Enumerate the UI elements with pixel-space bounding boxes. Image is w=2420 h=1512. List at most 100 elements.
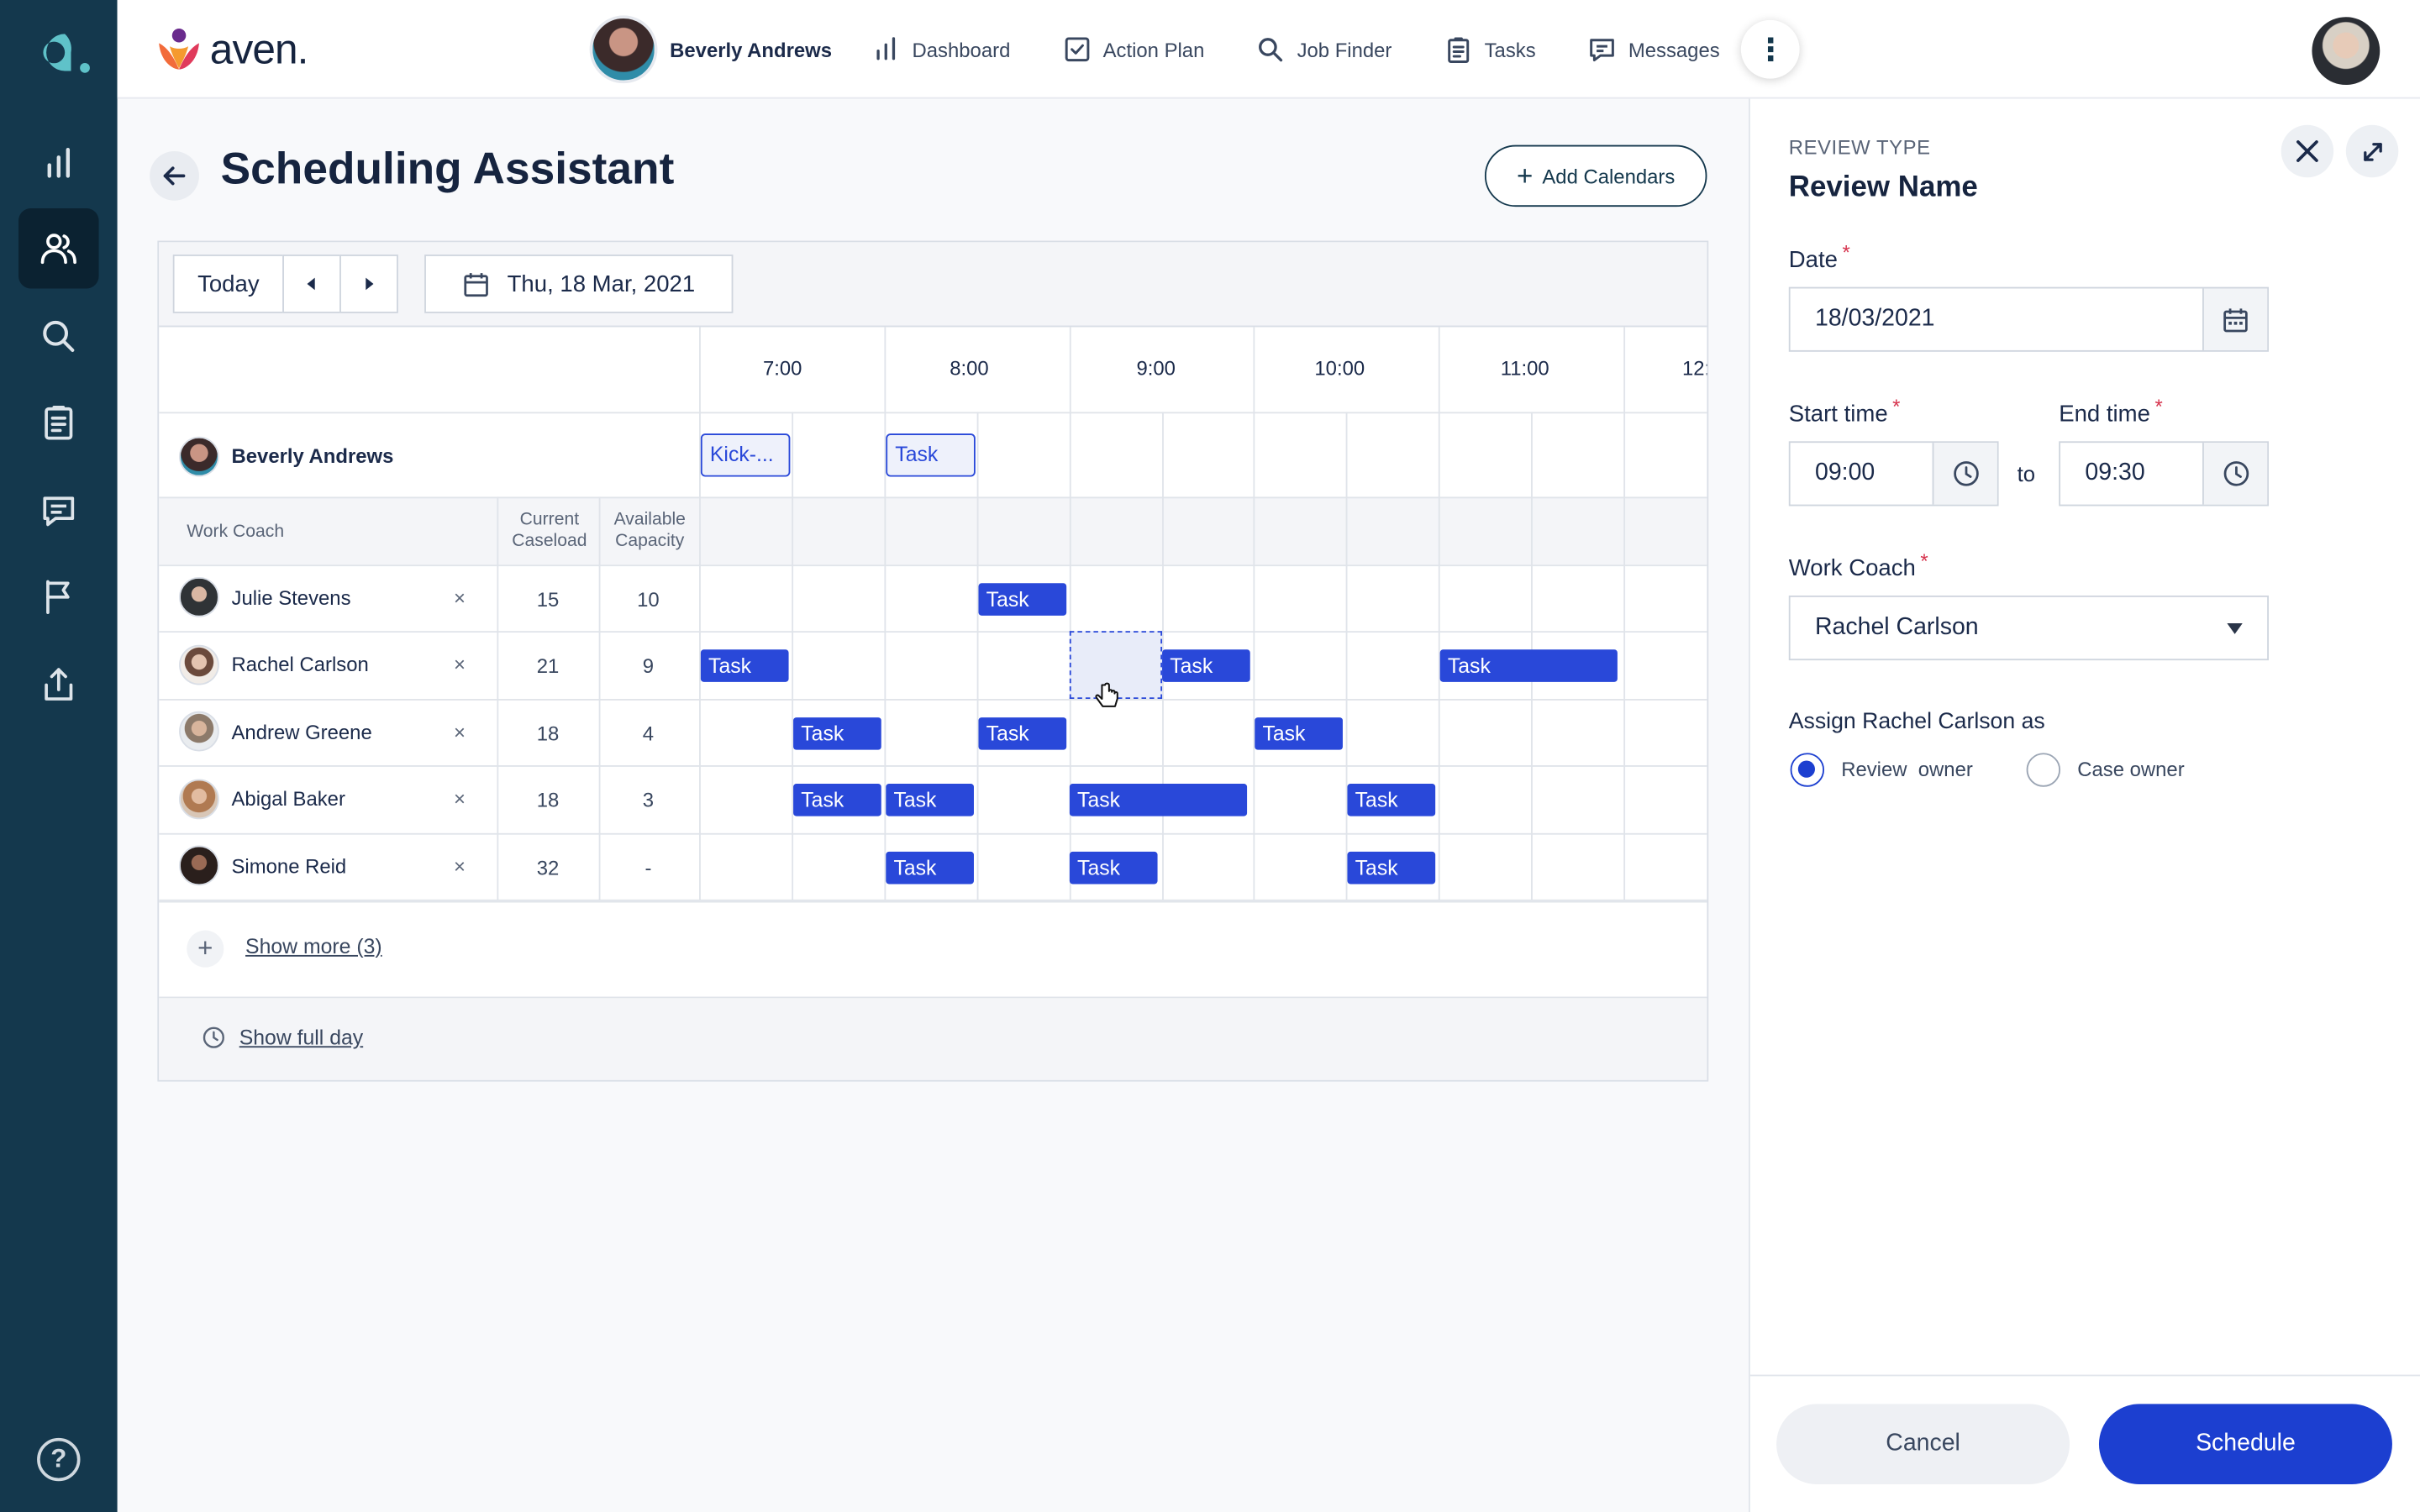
nav-label: Action Plan (1102, 38, 1205, 61)
case-owner-label[interactable]: Case owner (2077, 758, 2184, 781)
client-nav: Beverly Andrews Dashboard Action Plan Jo… (589, 15, 1801, 84)
coach-capacity: - (644, 856, 652, 879)
nav-dashboard[interactable]: Dashboard (872, 35, 1011, 63)
task-block[interactable]: Task (700, 649, 789, 682)
coach-name: Andrew Greene (231, 720, 372, 744)
coach-capacity: 3 (642, 788, 655, 812)
task-block[interactable]: Task (1255, 717, 1343, 750)
upload-rail-item[interactable] (18, 645, 99, 726)
search-icon (1259, 38, 1283, 62)
remove-coach-icon[interactable]: × (454, 721, 466, 744)
grid-line (699, 327, 701, 901)
coach-name: Rachel Carlson (231, 652, 369, 676)
coach-avatar (179, 711, 219, 752)
user-avatar[interactable] (2312, 17, 2381, 86)
task-block[interactable]: Task (886, 784, 974, 816)
client-task[interactable]: Task (886, 433, 976, 477)
tasks-rail-item[interactable] (18, 383, 99, 464)
scheduler: Today Thu, 18 Mar, 2021 7:00 8:00 9:00 1… (157, 240, 1709, 1082)
show-more-link[interactable]: Show more (3) (245, 935, 382, 958)
help-icon[interactable]: ? (37, 1437, 81, 1482)
calendar-icon (463, 272, 488, 297)
work-coach-select[interactable]: Rachel Carlson (1788, 595, 2270, 661)
search-rail-item[interactable] (18, 297, 99, 377)
messages-rail-item[interactable] (18, 470, 99, 551)
review-owner-radio[interactable] (1790, 753, 1825, 787)
plus-icon[interactable]: + (187, 930, 224, 968)
show-full-day-link[interactable]: Show full day (239, 1026, 363, 1049)
remove-coach-icon[interactable]: × (454, 787, 466, 811)
grid-line (1623, 327, 1626, 901)
date-field[interactable]: 18/03/2021 (1788, 286, 2270, 352)
brand[interactable]: aven. (155, 24, 308, 74)
review-owner-label[interactable]: Review owner (1841, 758, 1973, 781)
coach-capacity: 10 (637, 587, 660, 612)
task-block[interactable]: Task (1439, 649, 1618, 682)
end-time-field[interactable]: 09:30 (2059, 441, 2270, 507)
task-block[interactable]: Task (793, 717, 881, 750)
clipboard-icon (45, 406, 73, 440)
task-block[interactable]: Task (886, 851, 974, 885)
schedule-button[interactable]: Schedule (2098, 1404, 2392, 1484)
task-block[interactable]: Task (1347, 784, 1436, 816)
grid-line (598, 496, 601, 901)
goals-rail-item[interactable] (18, 557, 99, 638)
flag-icon (46, 580, 70, 615)
nav-label: Dashboard (912, 38, 1011, 61)
panel-footer: Cancel Schedule (1749, 1374, 2420, 1512)
expand-button[interactable] (2345, 124, 2399, 178)
grid-line (884, 327, 886, 901)
date-picker-button[interactable]: Thu, 18 Mar, 2021 (424, 255, 734, 313)
grid-line (1345, 412, 1348, 901)
cancel-button[interactable]: Cancel (1776, 1404, 2070, 1484)
remove-coach-icon[interactable]: × (454, 586, 466, 610)
remove-coach-icon[interactable]: × (454, 855, 466, 879)
review-panel: REVIEW TYPE Review Name Date * 18/03/2021… (1749, 98, 2420, 1512)
start-time-picker-toggle[interactable] (1932, 443, 1997, 505)
client-profile-link[interactable]: Beverly Andrews (589, 15, 832, 84)
clients-rail-item[interactable] (18, 207, 99, 289)
nav-action-plan[interactable]: Action Plan (1063, 35, 1205, 63)
today-button[interactable]: Today (172, 255, 284, 313)
case-owner-radio[interactable] (2026, 753, 2061, 787)
end-time-picker-toggle[interactable] (2202, 443, 2268, 505)
task-block[interactable]: Task (1347, 851, 1436, 885)
task-block[interactable]: Task (1069, 784, 1248, 816)
coach-avatar (179, 576, 219, 617)
required-marker: * (1842, 240, 1850, 265)
next-day-button[interactable] (339, 255, 398, 313)
add-calendars-label: Add Calendars (1542, 164, 1676, 188)
to-label: to (2017, 461, 2036, 486)
required-marker: * (1920, 549, 1928, 573)
task-block[interactable]: Task (1069, 851, 1158, 885)
work-coach-label: Work Coach * (1789, 549, 1928, 582)
task-block[interactable]: Task (1162, 649, 1250, 682)
task-block[interactable]: Task (978, 717, 1067, 750)
show-full-day-row: Show full day (159, 998, 1707, 1080)
message-icon (43, 496, 75, 527)
clock-icon (203, 1026, 224, 1048)
nav-job-finder[interactable]: Job Finder (1257, 35, 1392, 63)
prev-day-button[interactable] (282, 255, 341, 313)
nav-messages[interactable]: Messages (1588, 35, 1720, 63)
start-time-field[interactable]: 09:00 (1788, 441, 1999, 507)
close-button[interactable] (2281, 124, 2334, 178)
aven-logo-icon[interactable] (24, 22, 92, 83)
grid-line (976, 412, 979, 901)
schedule-grid: 7:00 8:00 9:00 10:00 11:00 12: Beverly A… (159, 327, 1707, 901)
task-block[interactable]: Task (793, 784, 881, 816)
task-block[interactable]: Task (978, 583, 1067, 616)
coach-name: Julie Stevens (231, 585, 351, 610)
client-task[interactable]: Kick-... (700, 433, 791, 477)
date-picker-toggle[interactable] (2202, 288, 2268, 350)
remove-coach-icon[interactable]: × (454, 653, 466, 676)
nav-tasks[interactable]: Tasks (1444, 35, 1536, 63)
work-coach-header: Work Coach (187, 522, 285, 542)
required-marker: * (2154, 395, 2163, 418)
dashboard-rail-item[interactable] (18, 123, 99, 204)
date-label: Date * (1789, 241, 1850, 274)
add-calendars-button[interactable]: + Add Calendars (1484, 144, 1707, 207)
grid-line (159, 765, 1707, 767)
more-options-icon[interactable]: ⋮ (1741, 19, 1801, 79)
back-button[interactable] (150, 151, 199, 201)
